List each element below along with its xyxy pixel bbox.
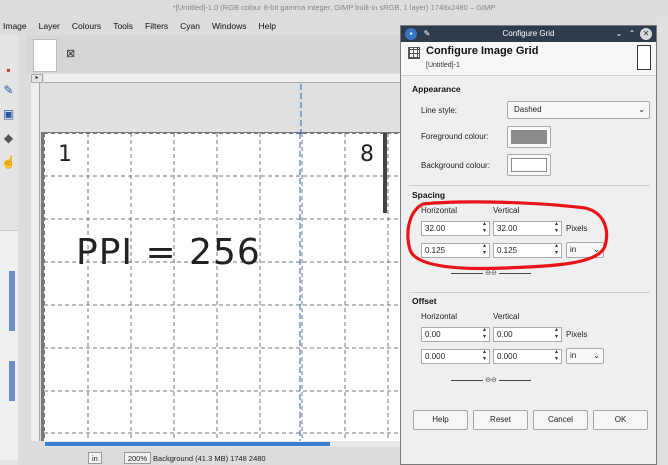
smudge-tool-icon[interactable]: ☝ [1,155,16,170]
configure-grid-dialog: ▪ ✎ Configure Grid ⌄ ⌃ ✕ Configure Image… [400,25,657,465]
status-unit-select[interactable]: in [88,452,102,464]
offset-v-pixels-value: 0.00 [497,330,513,339]
spinner-arrows-icon[interactable]: ▴ ▾ [553,349,560,363]
handwriting-ppi: PPI = 256 [76,232,261,273]
horizontal-ruler[interactable] [44,74,400,83]
offset-unit-value: in [570,351,577,360]
chevron-down-icon: ⌄ [593,351,600,360]
bg-colour-button[interactable] [507,154,551,176]
line-style-label: Line style: [421,106,458,115]
dialog-titlebar[interactable]: ▪ ✎ Configure Grid ⌄ ⌃ ✕ [401,26,656,42]
fg-colour-button[interactable] [507,126,551,148]
red-annotation-circle [406,200,609,271]
image-tab-close-icon[interactable]: ⊠ [66,48,78,60]
header-title: Configure Image Grid [426,45,539,57]
offset-v-inch-input[interactable]: 0.000 ▴ ▾ [493,349,562,364]
menu-help[interactable]: Help [259,21,276,31]
menubar: Image Layer Colours Tools Filters Cyan W… [0,17,400,35]
dialog-header: Configure Image Grid [Untitled]-1 [401,42,656,76]
status-zoom-select[interactable]: 200% [123,452,152,464]
status-info: Background (41.3 MB) 1748 2480 [153,453,266,463]
statusbar: in 200% Background (41.3 MB) 1748 2480 [88,451,400,465]
close-icon[interactable]: ✕ [640,28,652,40]
offset-chain-icon[interactable]: ⊖⊖ [451,377,531,385]
canvas-padding [41,84,400,132]
fg-colour-label: Foreground colour: [421,132,489,141]
line-style-select[interactable]: Dashed ⌄ [507,101,650,119]
offset-pixels-unit: Pixels [566,330,588,339]
handwriting-eight: 8 [360,142,374,167]
image-canvas[interactable] [44,133,400,441]
tool-options-panel [0,230,18,460]
cancel-button[interactable]: Cancel [533,410,588,430]
bg-colour-swatch [511,158,547,172]
grid-overlay [44,133,400,441]
chevron-down-icon: ⌄ [638,105,645,114]
gimp-window-title: *[Untitled]-1.0 (RGB colour 8-bit gamma … [0,0,668,16]
separator [409,292,650,293]
quick-mask-toggle[interactable]: ▸ [31,74,43,83]
fg-bg-colors-icon[interactable]: ▪ [1,63,16,78]
maximize-icon[interactable]: ⌃ [626,28,638,40]
bg-colour-label: Background colour: [421,161,490,170]
size-slider[interactable] [9,361,15,401]
reset-button[interactable]: Reset [473,410,528,430]
menu-tools[interactable]: Tools [113,21,133,31]
menu-cyan[interactable]: Cyan [180,21,200,31]
image-preview-thumb [637,45,651,70]
image-tab-strip [26,35,400,73]
offset-unit-select[interactable]: in ⌄ [566,348,604,364]
offset-section: Offset [412,296,437,306]
vertical-ruler[interactable] [31,83,40,441]
right-window-edge [656,17,668,465]
offset-h-inch-input[interactable]: 0.000 ▴ ▾ [421,349,490,364]
guide-line-top [300,84,302,134]
image-tab-thumbnail[interactable] [33,39,57,72]
paths-tool-icon[interactable]: ✎ [1,83,16,98]
eraser-tool-icon[interactable]: ◆ [1,131,16,146]
offset-h-pixels-input[interactable]: 0.00 ▴ ▾ [421,327,490,342]
spinner-arrows-icon[interactable]: ▴ ▾ [553,327,560,341]
menu-image[interactable]: Image [3,21,27,31]
offset-v-inch-value: 0.000 [497,352,518,361]
line-style-value: Dashed [514,105,542,114]
menu-colours[interactable]: Colours [72,21,101,31]
offset-h-inch-value: 0.000 [425,352,446,361]
menu-layer[interactable]: Layer [39,21,60,31]
spinner-arrows-icon[interactable]: ▴ ▾ [481,349,488,363]
clone-tool-icon[interactable]: ▣ [1,107,16,122]
handwriting-one: 1 [58,142,72,167]
scrollbar-thumb[interactable] [45,442,330,446]
offset-v-pixels-input[interactable]: 0.00 ▴ ▾ [493,327,562,342]
appearance-section: Appearance [412,84,461,94]
minimize-icon[interactable]: ⌄ [613,28,625,40]
opacity-slider[interactable] [9,271,15,331]
offset-h-pixels-value: 0.00 [425,330,441,339]
separator [409,185,650,186]
fg-colour-swatch [511,130,547,144]
offset-vertical-label: Vertical [493,312,520,321]
header-subtitle: [Untitled]-1 [426,62,460,69]
ok-button[interactable]: OK [593,410,648,430]
help-button[interactable]: Help [413,410,468,430]
grid-icon [408,47,420,59]
menu-filters[interactable]: Filters [145,21,168,31]
offset-horizontal-label: Horizontal [421,312,458,321]
horizontal-scrollbar[interactable] [44,441,400,447]
menu-windows[interactable]: Windows [212,21,246,31]
spinner-arrows-icon[interactable]: ▴ ▾ [481,327,488,341]
